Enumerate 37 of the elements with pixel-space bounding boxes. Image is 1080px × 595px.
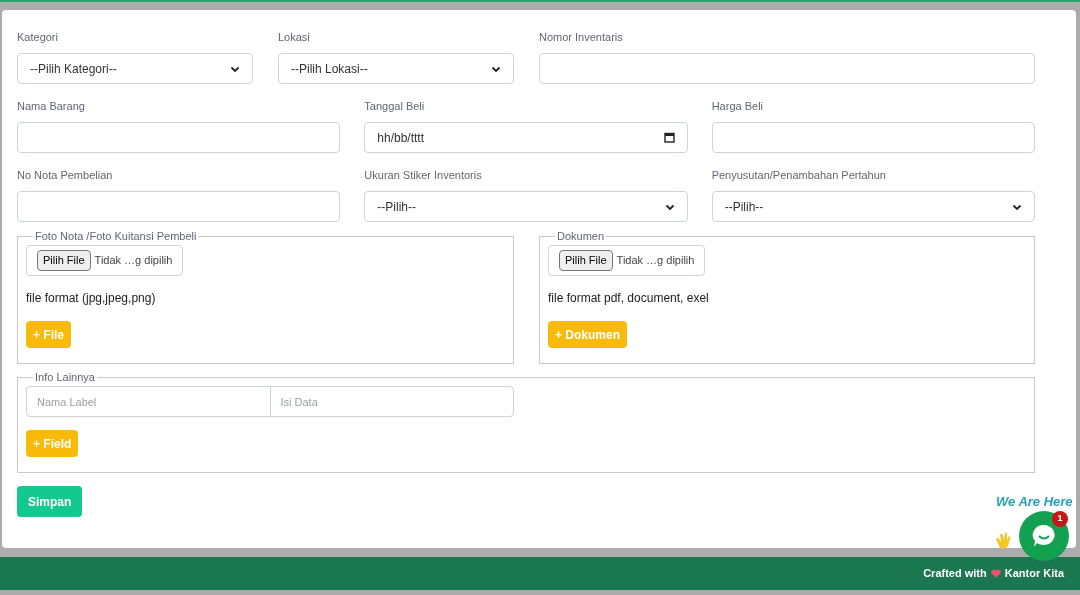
chat-bubble-icon <box>1031 524 1057 548</box>
text-field[interactable] <box>17 191 341 222</box>
section-legend: Foto Nota /Foto Kuitansi Pembeli <box>33 229 199 243</box>
select-field[interactable]: --Pilih-- <box>364 191 688 222</box>
field-label: Nama Barang <box>17 99 86 113</box>
file-input[interactable]: Pilih File Tidak …g dipilih <box>548 245 706 276</box>
field-label: Tanggal Beli <box>364 99 426 113</box>
we-are-here-caption: We Are Here <box>996 494 1073 509</box>
select-field[interactable]: --Pilih Kategori-- <box>17 53 253 84</box>
format-note: file format pdf, document, exel <box>548 291 710 305</box>
select-field[interactable]: --Pilih Lokasi-- <box>278 53 514 84</box>
text-field[interactable] <box>539 53 1035 84</box>
field-label: Harga Beli <box>711 99 764 113</box>
text-field[interactable] <box>17 122 341 153</box>
field-label: No Nota Pembelian <box>17 168 114 182</box>
field-label: Ukuran Stiker Inventoris <box>364 168 483 182</box>
calendar-icon <box>663 132 675 143</box>
file-status: Tidak …g dipilih <box>94 253 173 269</box>
text-field[interactable] <box>711 122 1035 153</box>
file-input[interactable]: Pilih File Tidak …g dipilih <box>26 245 184 276</box>
choose-file-button[interactable]: Pilih File <box>37 250 91 271</box>
section-legend: Dokumen <box>555 229 607 243</box>
text-field[interactable]: Isi Data <box>269 386 514 417</box>
field-label: Penyusutan/Penambahan Pertahun <box>711 168 887 182</box>
choose-file-button[interactable]: Pilih File <box>559 250 613 271</box>
file-status: Tidak …g dipilih <box>616 253 695 269</box>
field-label: Lokasi <box>278 30 311 44</box>
heart-icon <box>990 569 1001 578</box>
text-field[interactable]: Nama Label <box>26 386 271 417</box>
footer-text: Crafted with <box>923 566 987 582</box>
format-note: file format (jpg,jpeg,png) <box>26 291 157 305</box>
footer-brand: Kantor Kita <box>1004 566 1064 582</box>
section-legend: Info Lainnya <box>33 370 97 384</box>
date-field[interactable]: hh/bb/tttt <box>364 122 688 153</box>
field-label: Kategori <box>17 30 59 44</box>
select-field[interactable]: --Pilih-- <box>711 191 1035 222</box>
field-label: Nomor Inventaris <box>539 30 624 44</box>
